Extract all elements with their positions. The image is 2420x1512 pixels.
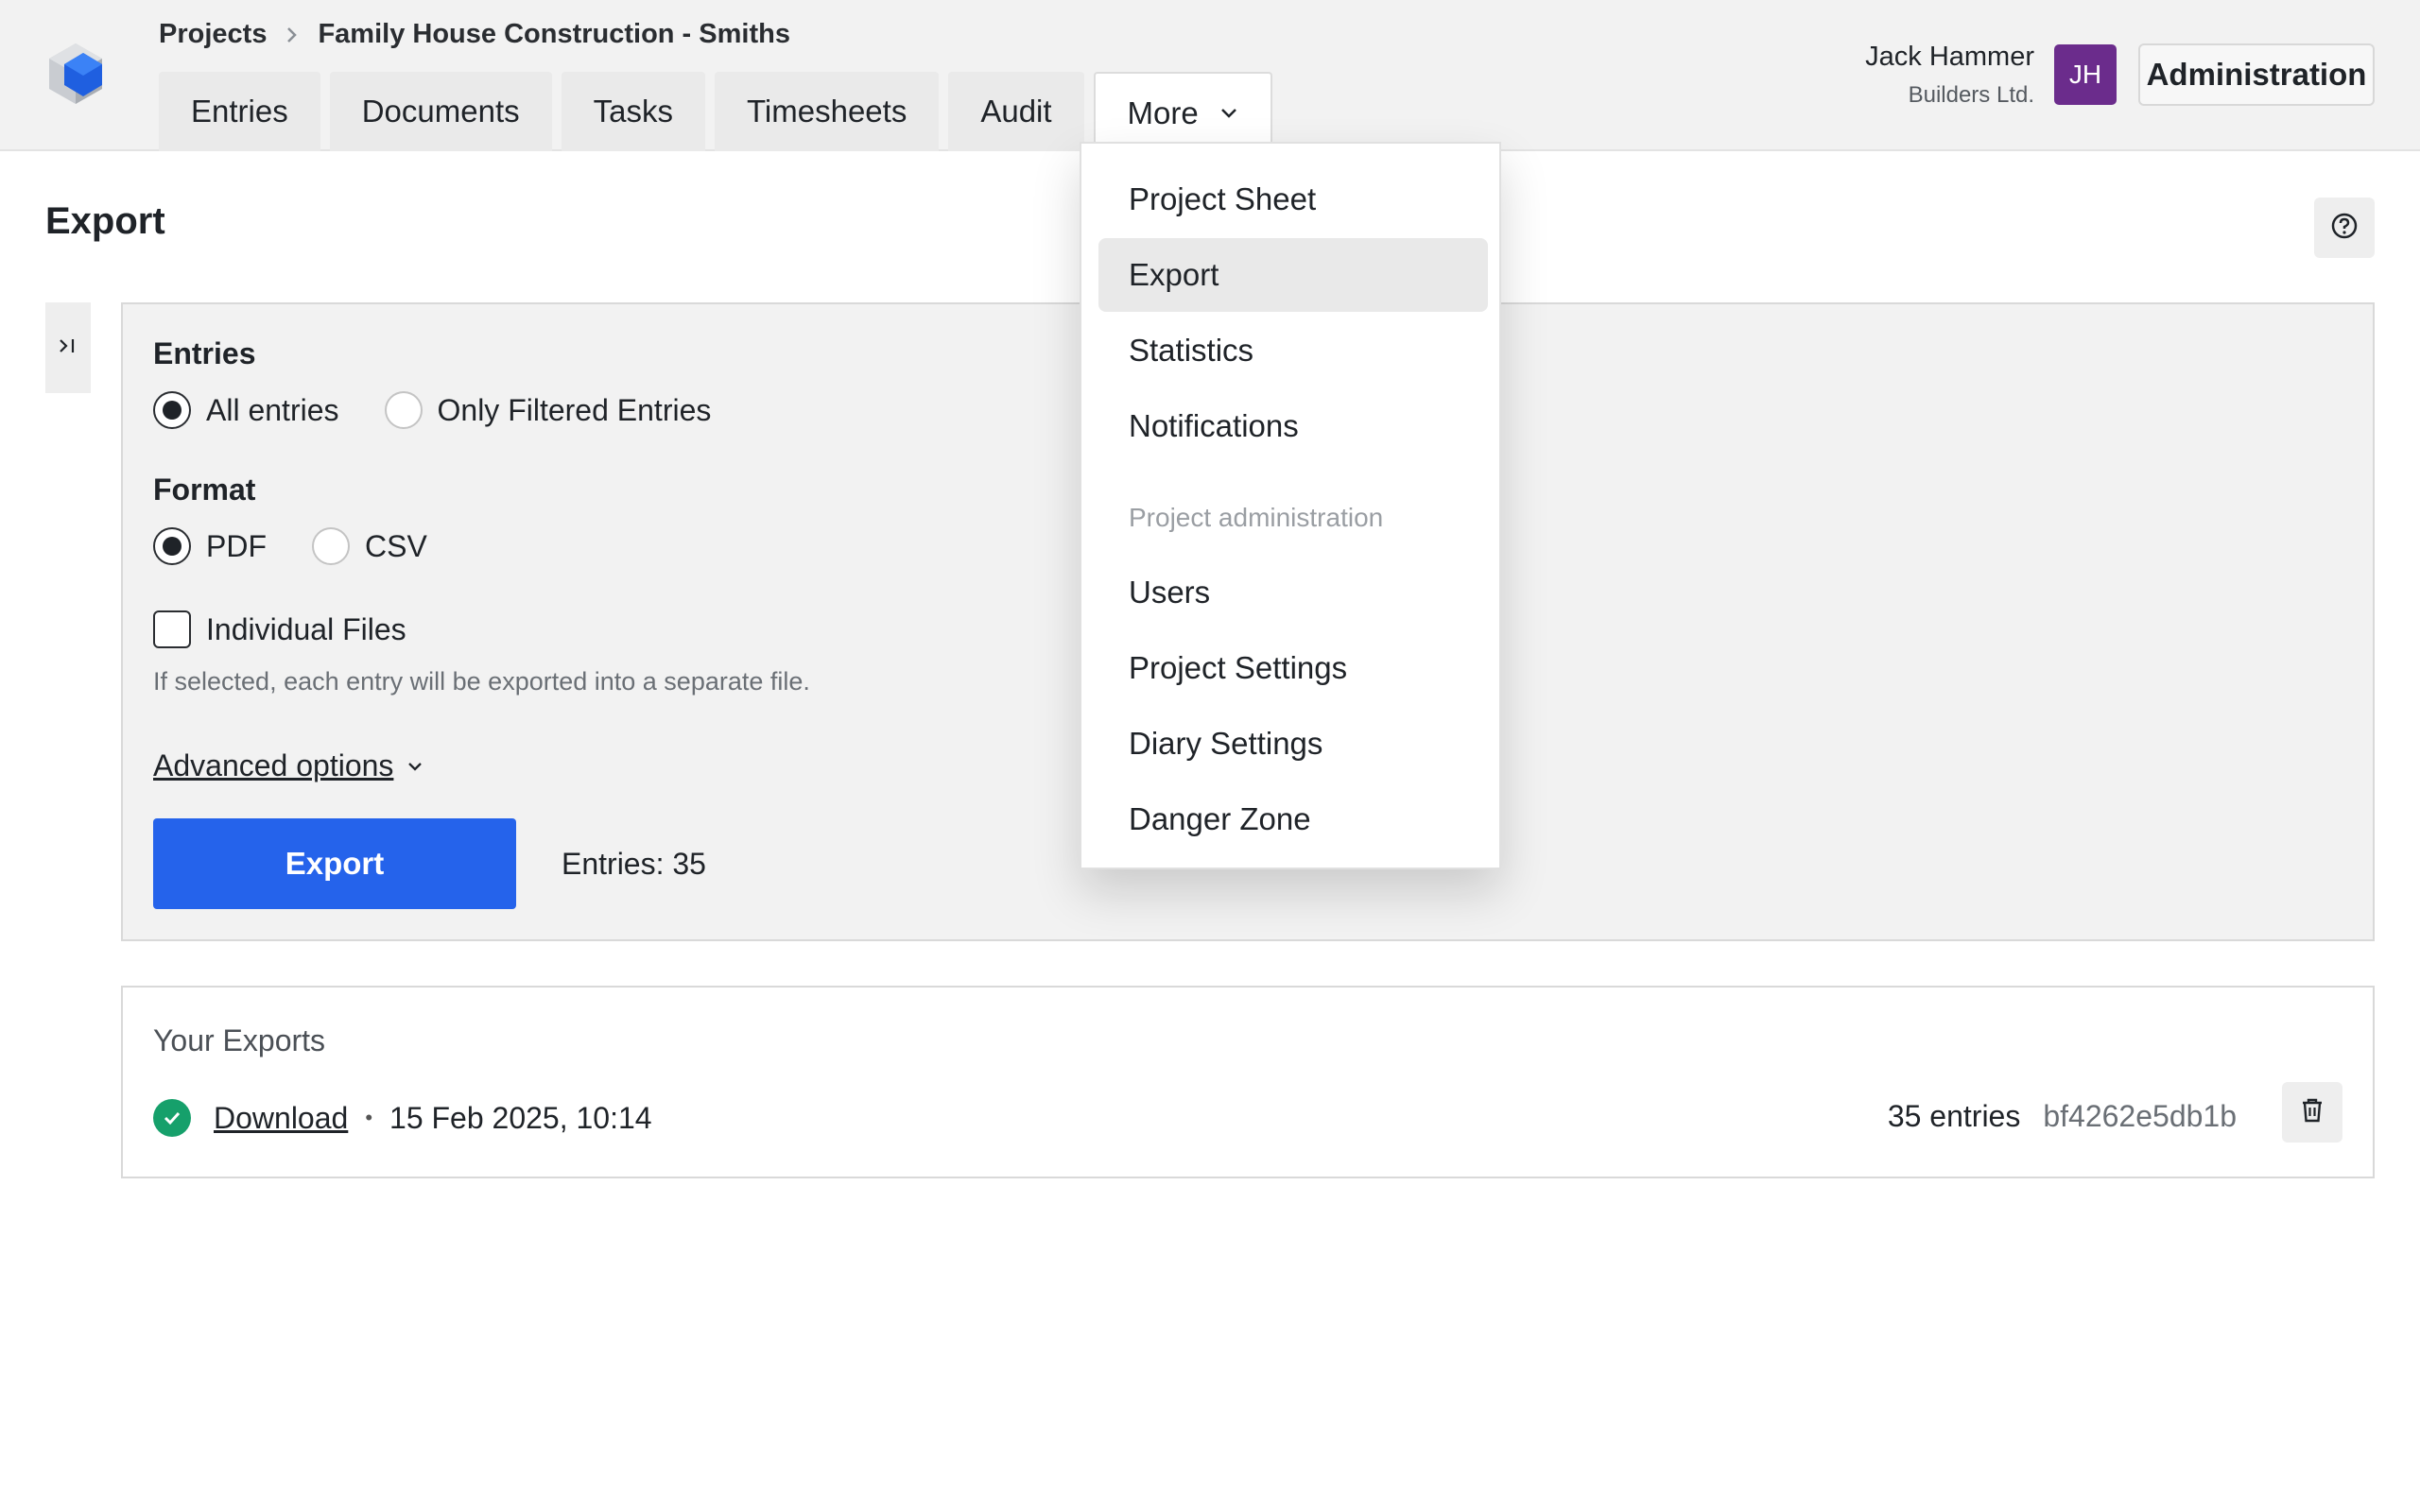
more-dropdown-menu: Project Sheet Export Statistics Notifica… — [1080, 142, 1501, 869]
advanced-options-label: Advanced options — [153, 748, 394, 782]
format-section-label: Format — [153, 472, 256, 507]
export-date: 15 Feb 2025, 10:14 — [389, 1100, 652, 1135]
advanced-options-toggle[interactable]: Advanced options — [153, 748, 424, 783]
tab-entries[interactable]: Entries — [159, 72, 320, 151]
menu-section-heading: Project administration — [1129, 503, 1384, 532]
your-exports-title: Your Exports — [153, 1023, 326, 1057]
individual-files-checkbox[interactable] — [153, 610, 191, 648]
tab-timesheets[interactable]: Timesheets — [714, 72, 940, 151]
radio-all-entries[interactable]: All entries — [153, 391, 339, 429]
radio-pdf-control[interactable] — [153, 527, 191, 565]
individual-files-label: Individual Files — [206, 611, 406, 646]
radio-csv-label: CSV — [365, 528, 427, 563]
panel-expand-icon — [58, 337, 78, 359]
chevron-down-icon — [1219, 107, 1238, 120]
breadcrumb-current-project[interactable]: Family House Construction - Smiths — [318, 19, 790, 50]
entries-radio-group: All entries Only Filtered Entries — [153, 391, 756, 429]
radio-pdf[interactable]: PDF — [153, 527, 267, 565]
menu-item-export[interactable]: Export — [1098, 238, 1488, 312]
radio-all-entries-control[interactable] — [153, 391, 191, 429]
export-entry-count: 35 entries — [1887, 1099, 2021, 1133]
separator-bullet: • — [365, 1106, 373, 1129]
menu-item-project-settings[interactable]: Project Settings — [1098, 631, 1488, 705]
breadcrumb-projects-link[interactable]: Projects — [159, 19, 267, 50]
help-button[interactable] — [2314, 198, 2375, 258]
tab-audit[interactable]: Audit — [948, 72, 1084, 151]
export-list-item: Download • 15 Feb 2025, 10:14 — [153, 1099, 652, 1137]
radio-filtered-entries-control[interactable] — [384, 391, 423, 429]
page-title: Export — [45, 200, 165, 242]
user-info: Jack Hammer Builders Ltd. — [1865, 42, 2034, 109]
menu-item-users[interactable]: Users — [1098, 556, 1488, 629]
menu-item-notifications[interactable]: Notifications — [1098, 389, 1488, 463]
radio-filtered-entries-label: Only Filtered Entries — [437, 392, 712, 427]
radio-all-entries-label: All entries — [206, 392, 339, 427]
avatar[interactable]: JH — [2054, 44, 2117, 105]
chevron-right-icon — [285, 26, 299, 44]
sidebar-toggle-button[interactable] — [45, 302, 91, 393]
entries-count: Entries: 35 — [562, 847, 706, 881]
format-radio-group: PDF CSV — [153, 527, 473, 565]
check-circle-icon — [153, 1099, 191, 1137]
radio-filtered-entries[interactable]: Only Filtered Entries — [384, 391, 712, 429]
breadcrumb: Projects Family House Construction - Smi… — [159, 19, 790, 50]
user-name: Jack Hammer — [1865, 42, 2034, 72]
trash-icon — [2300, 1097, 2325, 1128]
main-tabs: Entries Documents Tasks Timesheets Audit… — [159, 72, 1282, 153]
export-meta: 35 entries bf4262e5db1b — [1888, 1099, 2237, 1134]
user-company: Builders Ltd. — [1908, 82, 2034, 108]
individual-files-option[interactable]: Individual Files — [153, 610, 406, 648]
export-button[interactable]: Export — [153, 818, 516, 909]
tab-tasks[interactable]: Tasks — [561, 72, 705, 151]
chevron-down-icon — [406, 761, 424, 772]
administration-button[interactable]: Administration — [2138, 43, 2375, 106]
your-exports-panel: Your Exports Download • 15 Feb 2025, 10:… — [121, 986, 2375, 1178]
question-circle-icon — [2330, 212, 2359, 245]
tab-more-label: More — [1127, 95, 1199, 130]
top-header: Projects Family House Construction - Smi… — [0, 0, 2420, 153]
entries-section-label: Entries — [153, 336, 256, 370]
menu-item-project-sheet[interactable]: Project Sheet — [1098, 163, 1488, 236]
delete-export-button[interactable] — [2282, 1082, 2342, 1143]
radio-csv-control[interactable] — [312, 527, 350, 565]
menu-item-danger-zone[interactable]: Danger Zone — [1098, 782, 1488, 856]
menu-item-diary-settings[interactable]: Diary Settings — [1098, 707, 1488, 781]
cube-logo-icon[interactable] — [45, 42, 106, 106]
individual-files-hint: If selected, each entry will be exported… — [153, 667, 810, 696]
menu-item-statistics[interactable]: Statistics — [1098, 314, 1488, 387]
export-hash: bf4262e5db1b — [2043, 1099, 2237, 1133]
radio-csv[interactable]: CSV — [312, 527, 427, 565]
tab-documents[interactable]: Documents — [329, 72, 552, 151]
radio-pdf-label: PDF — [206, 528, 267, 563]
download-link[interactable]: Download — [214, 1101, 348, 1136]
